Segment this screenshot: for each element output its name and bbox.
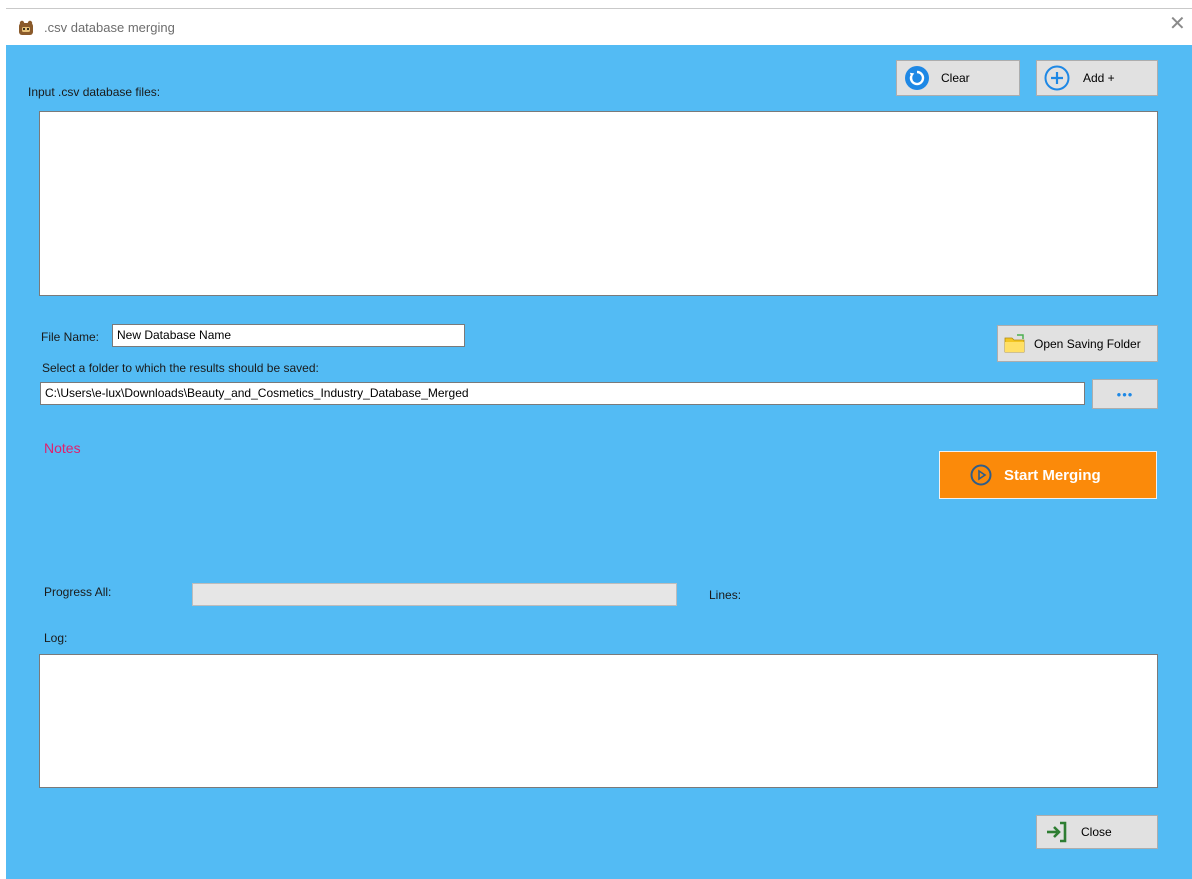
log-label: Log: [44, 631, 68, 645]
plus-circle-icon [1044, 65, 1070, 91]
clear-button-label: Clear [941, 71, 970, 85]
close-button[interactable]: Close [1036, 815, 1158, 849]
folder-icon [1004, 333, 1025, 352]
start-merging-button[interactable]: Start Merging [939, 451, 1157, 499]
save-folder-path-input[interactable]: C:\Users\e-lux\Downloads\Beauty_and_Cosm… [40, 382, 1085, 405]
input-files-list[interactable] [39, 111, 1158, 296]
notes-label: Notes [44, 440, 81, 456]
close-button-label: Close [1081, 825, 1112, 839]
file-name-input[interactable]: New Database Name [112, 324, 465, 347]
browse-folder-button[interactable]: ••• [1092, 379, 1158, 409]
progress-all-label: Progress All: [44, 585, 112, 599]
window-title-bar[interactable]: .csv database merging ✕ [6, 8, 1192, 46]
open-saving-folder-button[interactable]: Open Saving Folder [997, 325, 1158, 362]
app-logo-icon [19, 20, 33, 35]
progress-all-bar [192, 583, 677, 606]
add-button[interactable]: Add + [1036, 60, 1158, 96]
lines-label: Lines: [709, 588, 742, 602]
open-saving-folder-label: Open Saving Folder [1034, 336, 1141, 351]
window-title: .csv database merging [44, 20, 175, 35]
ellipsis-icon: ••• [1116, 386, 1134, 402]
add-button-label: Add + [1083, 71, 1115, 85]
start-merging-label: Start Merging [1004, 466, 1101, 484]
background-strip [0, 0, 1192, 8]
file-name-label: File Name: [41, 330, 100, 344]
input-files-label: Input .csv database files: [28, 85, 161, 99]
refresh-icon [905, 66, 929, 90]
clear-button[interactable]: Clear [896, 60, 1020, 96]
client-area: Input .csv database files: Clear Add + F… [6, 45, 1192, 879]
save-folder-label: Select a folder to which the results sho… [42, 361, 319, 375]
play-circle-icon [970, 464, 992, 486]
log-box[interactable] [39, 654, 1158, 788]
exit-arrow-icon [1047, 821, 1067, 843]
window-close-button[interactable]: ✕ [1169, 14, 1186, 34]
